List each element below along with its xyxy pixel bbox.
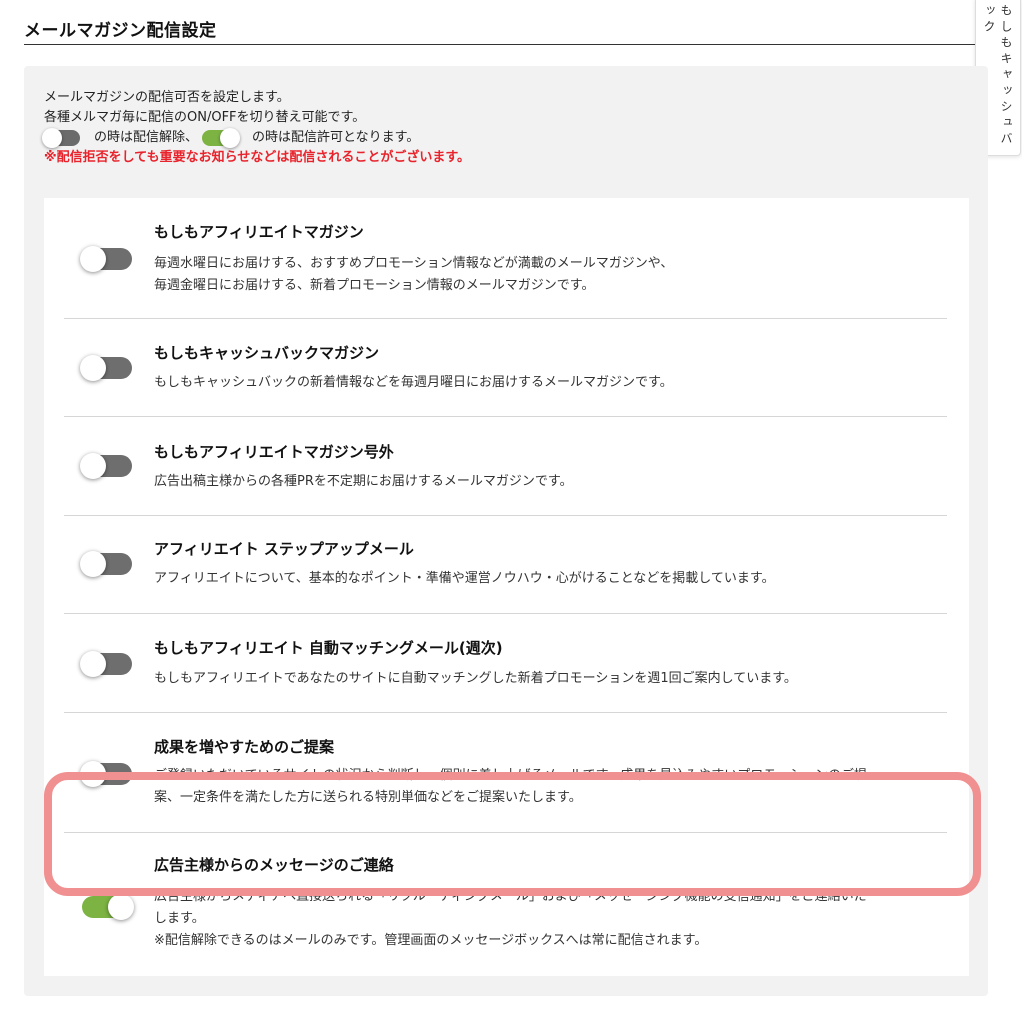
subscription-desc: もしもキャッシュバックの新着情報などを毎週月曜日にお届けするメールマガジンです。 <box>154 375 673 390</box>
page-title: メールマガジン配信設定 <box>24 21 217 41</box>
title-divider <box>24 44 990 45</box>
settings-panel: メールマガジンの配信可否を設定します。 各種メルマガ毎に配信のON/OFFを切り… <box>24 66 988 996</box>
legend-toggle-on <box>202 128 241 148</box>
subscription-desc: 広告出稿主様からの各種PRを不定期にお届けするメールマガジンです。 <box>154 474 573 489</box>
subscription-desc: アフィリエイトについて、基本的なポイント・準備や運営ノウハウ・心がけることなどを… <box>154 571 775 586</box>
intro-line-1: メールマガジンの配信可否を設定します。 <box>44 90 290 105</box>
subscription-title: 広告主様からのメッセージのご連絡 <box>154 856 394 874</box>
intro-legend: の時は配信解除、 の時は配信許可となります。 <box>42 128 470 148</box>
subscription-row-affiliate-magazine: もしもアフィリエイトマガジン 毎週水曜日にお届けする、おすすめプロモーション情報… <box>64 198 947 319</box>
subscription-title: もしもアフィリエイトマガジン号外 <box>154 443 394 461</box>
subscription-desc: 毎週水曜日にお届けする、おすすめプロモーション情報などが満載のメールマガジンや、… <box>154 256 674 293</box>
legend-off-text: の時は配信解除、 <box>94 130 199 145</box>
subscription-desc: ご登録いただいているサイトの状況から判断し、個別に差し上げるメールです。成果を見… <box>154 768 868 805</box>
toggle-stepup-mail[interactable] <box>80 551 132 577</box>
subscription-title: 成果を増やすためのご提案 <box>154 738 335 756</box>
subscription-row-proposal: 成果を増やすためのご提案 ご登録いただいているサイトの状況から判断し、個別に差し… <box>64 713 947 833</box>
subscription-title: もしもアフィリエイト 自動マッチングメール(週次) <box>154 639 503 657</box>
toggle-auto-matching[interactable] <box>80 651 132 677</box>
subscription-row-advertiser-message: 広告主様からのメッセージのご連絡 広告主様からメディアへ直接送られる「リクルーテ… <box>64 833 947 976</box>
subscription-desc: もしもアフィリエイトであなたのサイトに自動マッチングした新着プロモーションを週1… <box>154 671 797 686</box>
subscription-title: もしもキャッシュバックマガジン <box>154 344 380 362</box>
toggle-affiliate-magazine[interactable] <box>80 246 132 272</box>
subscription-row-affiliate-extra: もしもアフィリエイトマガジン号外 広告出稿主様からの各種PRを不定期にお届けする… <box>64 417 947 516</box>
subscription-title: もしもアフィリエイトマガジン <box>154 223 364 241</box>
intro-text: メールマガジンの配信可否を設定します。 各種メルマガ毎に配信のON/OFFを切り… <box>42 88 471 168</box>
subscription-desc: 広告主様からメディアへ直接送られる「リクルーティングメール」および「メッセージン… <box>154 889 867 948</box>
subscription-list: もしもアフィリエイトマガジン 毎週水曜日にお届けする、おすすめプロモーション情報… <box>44 198 969 976</box>
toggle-proposal[interactable] <box>80 761 132 787</box>
warning-text: ※配信拒否をしても重要なお知らせなどは配信されることがございます。 <box>44 150 471 165</box>
subscription-title: アフィリエイト ステップアップメール <box>154 540 414 558</box>
toggle-cashback-magazine[interactable] <box>80 355 132 381</box>
toggle-affiliate-extra[interactable] <box>80 453 132 479</box>
legend-on-text: の時は配信許可となります。 <box>252 130 420 145</box>
legend-toggle-off <box>42 128 80 148</box>
intro-line-2: 各種メルマガ毎に配信のON/OFFを切り替え可能です。 <box>44 110 366 125</box>
subscription-row-auto-matching: もしもアフィリエイト 自動マッチングメール(週次) もしもアフィリエイトであなた… <box>64 614 947 713</box>
subscription-row-stepup-mail: アフィリエイト ステップアップメール アフィリエイトについて、基本的なポイント・… <box>64 516 947 614</box>
toggle-advertiser-message[interactable] <box>82 894 134 920</box>
subscription-row-cashback-magazine: もしもキャッシュバックマガジン もしもキャッシュバックの新着情報などを毎週月曜日… <box>64 319 947 417</box>
